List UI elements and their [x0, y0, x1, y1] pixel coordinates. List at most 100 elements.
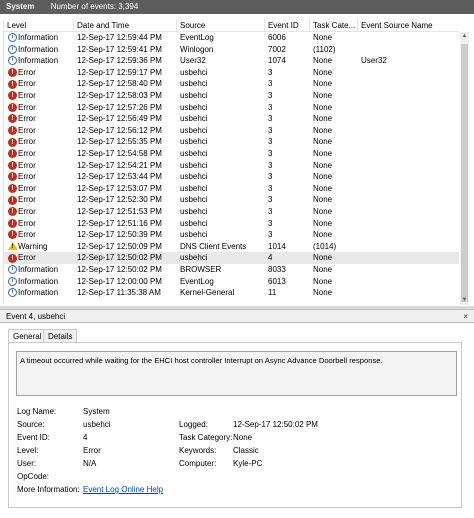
source-cell: usbehci: [180, 230, 208, 240]
event-description[interactable]: A timeout occurred while waiting for the…: [16, 351, 457, 396]
event-id-cell: 3: [268, 149, 273, 158]
close-icon[interactable]: ×: [463, 310, 468, 323]
table-row[interactable]: ! Warning 12-Sep-17 12:50:09 PM DNS Client …: [4, 241, 459, 253]
table-row[interactable]: ! Error 12-Sep-17 12:58:03 PM usbehci 3 None: [4, 90, 459, 102]
level-label: Level:: [17, 446, 39, 455]
computer-label: Computer:: [179, 459, 217, 468]
error-icon: !: [8, 126, 17, 136]
event-source-name-cell: User32: [361, 56, 387, 66]
table-row[interactable]: i Information 12-Sep-17 12:50:02 PM BROWSER…: [4, 264, 459, 276]
error-icon: !: [8, 137, 17, 147]
level-cell: Information: [18, 33, 59, 42]
source-cell: BROWSER: [180, 265, 222, 274]
level-cell: Error: [18, 172, 36, 182]
task-category-cell: None: [313, 91, 333, 100]
level-cell: Error: [18, 183, 36, 193]
table-row[interactable]: i Information 12-Sep-17 11:35:38 AM Kernel-…: [4, 287, 459, 299]
level-value: Error: [83, 446, 101, 455]
task-category-label: Task Category:: [179, 433, 233, 442]
column-header-event-id[interactable]: Event ID: [265, 20, 310, 32]
table-row[interactable]: ! Error 12-Sep-17 12:54:21 PM usbehci 3 None: [4, 160, 459, 172]
column-header-source[interactable]: Source: [177, 20, 265, 32]
event-id-cell: 8033: [268, 265, 286, 274]
task-category-cell: None: [313, 288, 333, 298]
scroll-down-arrow-icon[interactable]: ▼: [460, 296, 469, 305]
error-icon: !: [8, 195, 17, 205]
table-row[interactable]: ! Error 12-Sep-17 12:50:39 PM usbehci 3 None: [4, 229, 459, 241]
event-detail-title: Event 4, usbehci: [6, 312, 66, 321]
event-id-cell: 3: [268, 125, 273, 135]
table-row[interactable]: ! Error 12-Sep-17 12:53:07 PM usbehci 3 None: [4, 183, 459, 195]
table-row[interactable]: ! Error 12-Sep-17 12:53:44 PM usbehci 3 None: [4, 171, 459, 183]
event-id-cell: 6006: [268, 33, 286, 42]
table-row[interactable]: i Information 12-Sep-17 12:00:00 PM EventLo…: [4, 276, 459, 288]
error-icon: !: [8, 91, 17, 101]
column-header-date-time[interactable]: Date and Time: [74, 20, 177, 32]
date-time-cell: 12-Sep-17 12:59:17 PM: [77, 67, 162, 77]
date-time-cell: 12-Sep-17 12:00:00 PM: [77, 276, 162, 286]
error-icon: !: [8, 172, 17, 182]
event-id-cell: 3: [268, 79, 273, 89]
scroll-up-arrow-icon[interactable]: ▲: [460, 32, 469, 41]
event-list[interactable]: Level Date and Time Source Event ID Task…: [3, 20, 459, 305]
event-count: Number of events: 3,394: [50, 2, 139, 11]
level-cell: Information: [18, 288, 59, 298]
logged-value: 12-Sep-17 12:50:02 PM: [233, 420, 318, 429]
source-value: usbehci: [83, 420, 111, 429]
column-header-level[interactable]: Level: [4, 20, 74, 32]
error-icon: !: [8, 149, 17, 159]
date-time-cell: 12-Sep-17 12:51:53 PM: [77, 207, 162, 216]
tab-details[interactable]: Details: [43, 329, 78, 343]
source-cell: usbehci: [180, 102, 208, 112]
event-id-value: 4: [83, 433, 88, 442]
level-cell: Error: [18, 160, 36, 170]
event-detail-header: Event 4, usbehci ×: [0, 309, 474, 323]
event-log-online-help-link[interactable]: Event Log Online Help: [83, 485, 163, 495]
column-header-event-source-name[interactable]: Event Source Name: [358, 20, 459, 32]
computer-value: Kyle-PC: [233, 459, 263, 468]
date-time-cell: 12-Sep-17 12:54:58 PM: [77, 149, 162, 158]
event-id-cell: 7002: [268, 44, 286, 54]
source-cell: usbehci: [180, 218, 208, 228]
task-category-value: None: [233, 433, 253, 442]
source-cell: Winlogon: [180, 44, 214, 54]
warning-icon: !: [8, 242, 18, 251]
event-id-cell: 3: [268, 230, 273, 240]
level-cell: Error: [18, 102, 36, 112]
task-category-cell: None: [313, 183, 333, 193]
table-row[interactable]: ! Error 12-Sep-17 12:57:26 PM usbehci 3 None: [4, 102, 459, 114]
table-row[interactable]: i Information 12-Sep-17 12:59:41 PM Winlogo…: [4, 44, 459, 56]
date-time-cell: 12-Sep-17 12:51:16 PM: [77, 218, 162, 228]
date-time-cell: 12-Sep-17 12:52:30 PM: [77, 195, 162, 205]
table-row[interactable]: ! Error 12-Sep-17 12:56:49 PM usbehci 3 None: [4, 113, 459, 125]
table-row[interactable]: ! Error 12-Sep-17 12:58:40 PM usbehci 3 None: [4, 78, 459, 90]
error-icon: !: [8, 114, 17, 124]
date-time-cell: 12-Sep-17 12:50:09 PM: [77, 241, 162, 251]
source-cell: usbehci: [180, 172, 208, 182]
date-time-cell: 12-Sep-17 12:57:26 PM: [77, 102, 162, 112]
event-id-cell: 1074: [268, 56, 286, 66]
source-cell: usbehci: [180, 207, 208, 216]
table-row[interactable]: ! Error 12-Sep-17 12:54:58 PM usbehci 3 None: [4, 148, 459, 160]
event-id-cell: 1014: [268, 241, 286, 251]
table-row[interactable]: i Information 12-Sep-17 12:59:36 PM User32 1…: [4, 55, 459, 67]
log-name-label: Log Name:: [17, 407, 57, 416]
task-category-cell: None: [313, 114, 333, 124]
table-row[interactable]: ! Error 12-Sep-17 12:56:12 PM usbehci 3 None: [4, 125, 459, 137]
table-row[interactable]: ! Error 12-Sep-17 12:51:16 PM usbehci 3 None: [4, 218, 459, 230]
level-cell: Error: [18, 149, 36, 158]
task-category-cell: None: [313, 149, 333, 158]
table-row[interactable]: ! Error 12-Sep-17 12:55:35 PM usbehci 3 None: [4, 136, 459, 148]
source-cell: usbehci: [180, 91, 208, 100]
scroll-thumb[interactable]: [461, 44, 468, 302]
table-row[interactable]: i Information 12-Sep-17 12:59:44 PM EventLo…: [4, 32, 459, 44]
event-list-scrollbar[interactable]: ▲ ▼: [460, 32, 469, 305]
column-header-task-category[interactable]: Task Cate...: [310, 20, 358, 32]
level-cell: Information: [18, 56, 59, 66]
table-row[interactable]: ! Error 12-Sep-17 12:51:53 PM usbehci 3 None: [4, 206, 459, 218]
table-row[interactable]: ! Error 12-Sep-17 12:52:30 PM usbehci 3 None: [4, 194, 459, 206]
table-row[interactable]: ! Error 12-Sep-17 12:50:02 PM usbehci 4 None: [4, 252, 459, 264]
table-row[interactable]: ! Error 12-Sep-17 12:59:17 PM usbehci 3 None: [4, 67, 459, 79]
source-cell: EventLog: [180, 33, 214, 42]
task-category-cell: None: [313, 276, 333, 286]
